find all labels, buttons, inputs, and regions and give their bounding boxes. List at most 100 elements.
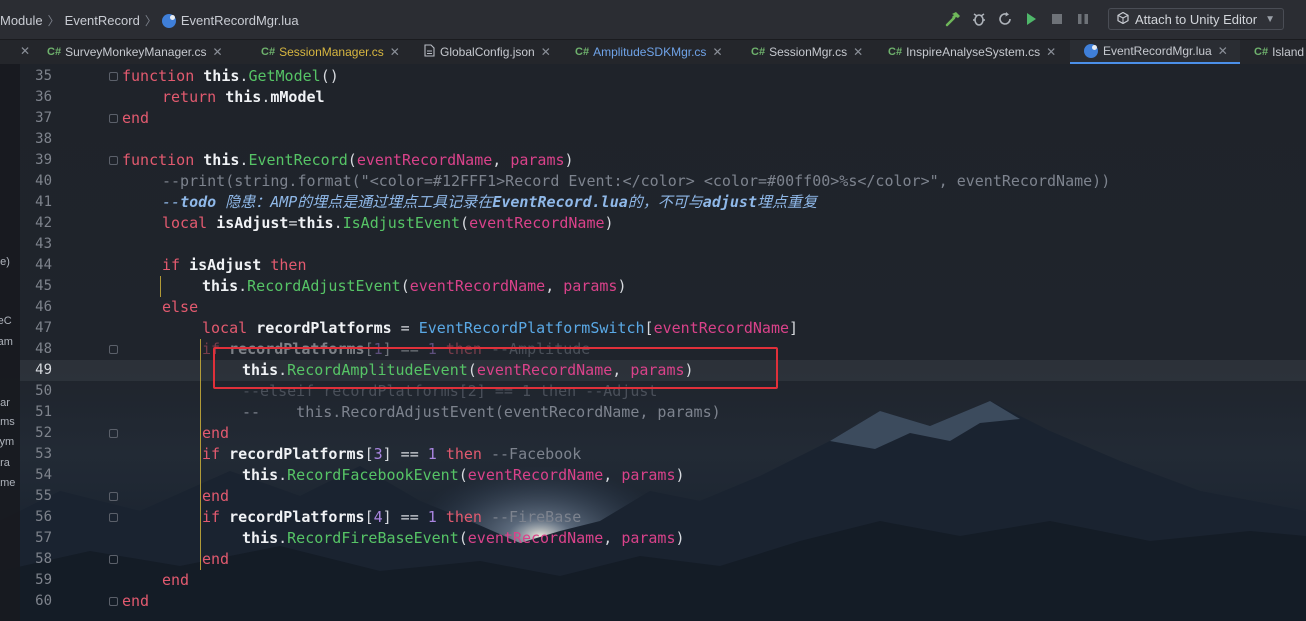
close-icon[interactable]: ✕ xyxy=(390,45,400,59)
code-token: params xyxy=(621,466,676,484)
project-tree-fragment[interactable]: sym xyxy=(0,436,20,448)
code-token: GetModel xyxy=(248,67,321,85)
attach-to-unity-dropdown[interactable]: Attach to Unity Editor ▼ xyxy=(1107,8,1284,30)
code-token: [ xyxy=(364,508,374,526)
code-token: ( xyxy=(460,214,470,232)
code-token: then xyxy=(270,256,307,274)
code-token: this xyxy=(203,151,240,169)
tab-amplitudesdkmgr-cs[interactable]: C# AmplitudeSDKMgr.cs ✕ xyxy=(561,40,736,64)
code-token: function xyxy=(122,151,195,169)
fold-toggle-icon[interactable] xyxy=(109,513,118,522)
fold-toggle-icon[interactable] xyxy=(109,597,118,606)
fold-toggle-icon[interactable] xyxy=(109,114,118,123)
csharp-file-icon: C# xyxy=(575,46,590,58)
close-icon[interactable]: ✕ xyxy=(1046,45,1056,59)
code-token: ) xyxy=(675,466,685,484)
line-number: 55 xyxy=(35,488,52,504)
tab-eventrecordmgr-lua[interactable]: EventRecordMgr.lua ✕ xyxy=(1070,40,1240,64)
line-number: 56 xyxy=(35,509,52,525)
fold-toggle-icon[interactable] xyxy=(109,345,118,354)
close-icon[interactable]: ✕ xyxy=(1218,44,1228,58)
run-toolbar: Attach to Unity Editor ▼ xyxy=(938,8,1284,30)
code-token: 隐患：AMP的埋点是通过埋点工具记录在 xyxy=(216,193,493,211)
code-token: -- xyxy=(162,193,181,211)
tab-inspireanalysesystem-cs[interactable]: C# InspireAnalyseSystem.cs ✕ xyxy=(874,40,1066,64)
project-tree-fragment[interactable]: ne) xyxy=(0,256,20,268)
tab-label: AmplitudeSDKMgr.cs xyxy=(593,45,707,59)
code-token: ] == xyxy=(382,508,428,526)
code-token: params xyxy=(563,277,618,295)
bug-icon[interactable] xyxy=(968,8,990,30)
breadcrumb-folder[interactable]: EventRecord xyxy=(65,13,140,28)
csharp-file-icon: C# xyxy=(1254,46,1269,58)
code-token: this xyxy=(202,277,239,295)
tab-surveymonkeymanager-cs[interactable]: C# SurveyMonkeyManager.cs ✕ xyxy=(33,40,238,64)
project-tree-fragment[interactable]: ram xyxy=(0,336,20,348)
code-token: params xyxy=(621,529,676,547)
breadcrumb-module[interactable]: Module xyxy=(0,13,43,28)
fold-toggle-icon[interactable] xyxy=(109,72,118,81)
csharp-file-icon: C# xyxy=(751,46,766,58)
refresh-icon[interactable] xyxy=(994,8,1016,30)
code-token: this xyxy=(242,466,279,484)
close-icon[interactable]: ✕ xyxy=(541,45,551,59)
project-tree-fragment[interactable]: par xyxy=(0,397,20,409)
tab-label: Island xyxy=(1272,45,1305,59)
tab-island[interactable]: C# Island xyxy=(1240,40,1306,64)
code-line: end xyxy=(122,591,1306,612)
code-line: return this.mModel xyxy=(162,87,1306,108)
code-token: ] xyxy=(789,319,799,337)
close-icon[interactable]: ✕ xyxy=(212,45,222,59)
fold-toggle-icon[interactable] xyxy=(109,492,118,501)
code-line: local recordPlatforms = EventRecordPlatf… xyxy=(202,318,1306,339)
code-token: 的，不可与 xyxy=(627,193,703,211)
fold-toggle-icon[interactable] xyxy=(109,555,118,564)
project-tree-fragment[interactable]: reC xyxy=(0,315,20,327)
code-token: RecordAdjustEvent xyxy=(247,277,401,295)
line-number: 38 xyxy=(35,131,52,147)
close-icon[interactable]: ✕ xyxy=(712,45,722,59)
close-icon[interactable]: ✕ xyxy=(853,45,863,59)
line-number: 47 xyxy=(35,320,52,336)
fold-toggle-icon[interactable] xyxy=(109,429,118,438)
unity-icon xyxy=(1117,11,1129,27)
project-tree-fragment[interactable]: ara xyxy=(0,457,20,469)
code-token: if xyxy=(202,508,221,526)
line-number: 48 xyxy=(35,341,52,357)
code-token: eventRecordName xyxy=(653,319,790,337)
fold-toggle-icon[interactable] xyxy=(109,156,118,165)
code-token: end xyxy=(122,109,150,127)
indent-guide xyxy=(200,507,201,570)
code-token: 3 xyxy=(373,445,383,463)
code-token: IsAdjustEvent xyxy=(342,214,461,232)
breadcrumb-file[interactable]: EventRecordMgr.lua xyxy=(181,13,299,28)
hammer-icon[interactable] xyxy=(942,8,964,30)
lua-file-icon xyxy=(1084,44,1098,58)
close-icon[interactable]: ✕ xyxy=(20,44,30,58)
pause-icon[interactable] xyxy=(1072,8,1094,30)
code-token: end xyxy=(202,550,230,568)
code-token: . xyxy=(278,529,288,547)
project-tree-fragment[interactable]: ams xyxy=(0,416,20,428)
line-number: 50 xyxy=(35,383,52,399)
code-token: ( xyxy=(458,466,468,484)
tab-sessionmgr-cs[interactable]: C# SessionMgr.cs ✕ xyxy=(737,40,872,64)
code-token: local xyxy=(162,214,208,232)
code-token: [ xyxy=(364,445,374,463)
code-token: isAdjust xyxy=(216,214,289,232)
code-token: if xyxy=(162,256,181,274)
tab-globalconfig-json[interactable]: GlobalConfig.json ✕ xyxy=(410,40,560,64)
code-editor[interactable]: ne)reCramparamssymaraame 353637383940414… xyxy=(0,64,1306,621)
project-tree-fragment[interactable]: ame xyxy=(0,477,20,489)
attach-label: Attach to Unity Editor xyxy=(1134,11,1258,27)
code-token: eventRecordName xyxy=(409,277,546,295)
line-number: 46 xyxy=(35,299,52,315)
play-icon[interactable] xyxy=(1020,8,1042,30)
csharp-file-icon: C# xyxy=(47,46,62,58)
tab-sessionmanager-cs[interactable]: C# SessionManager.cs ✕ xyxy=(247,40,407,64)
tab-label: SessionMgr.cs xyxy=(769,45,848,59)
stop-icon[interactable] xyxy=(1046,8,1068,30)
